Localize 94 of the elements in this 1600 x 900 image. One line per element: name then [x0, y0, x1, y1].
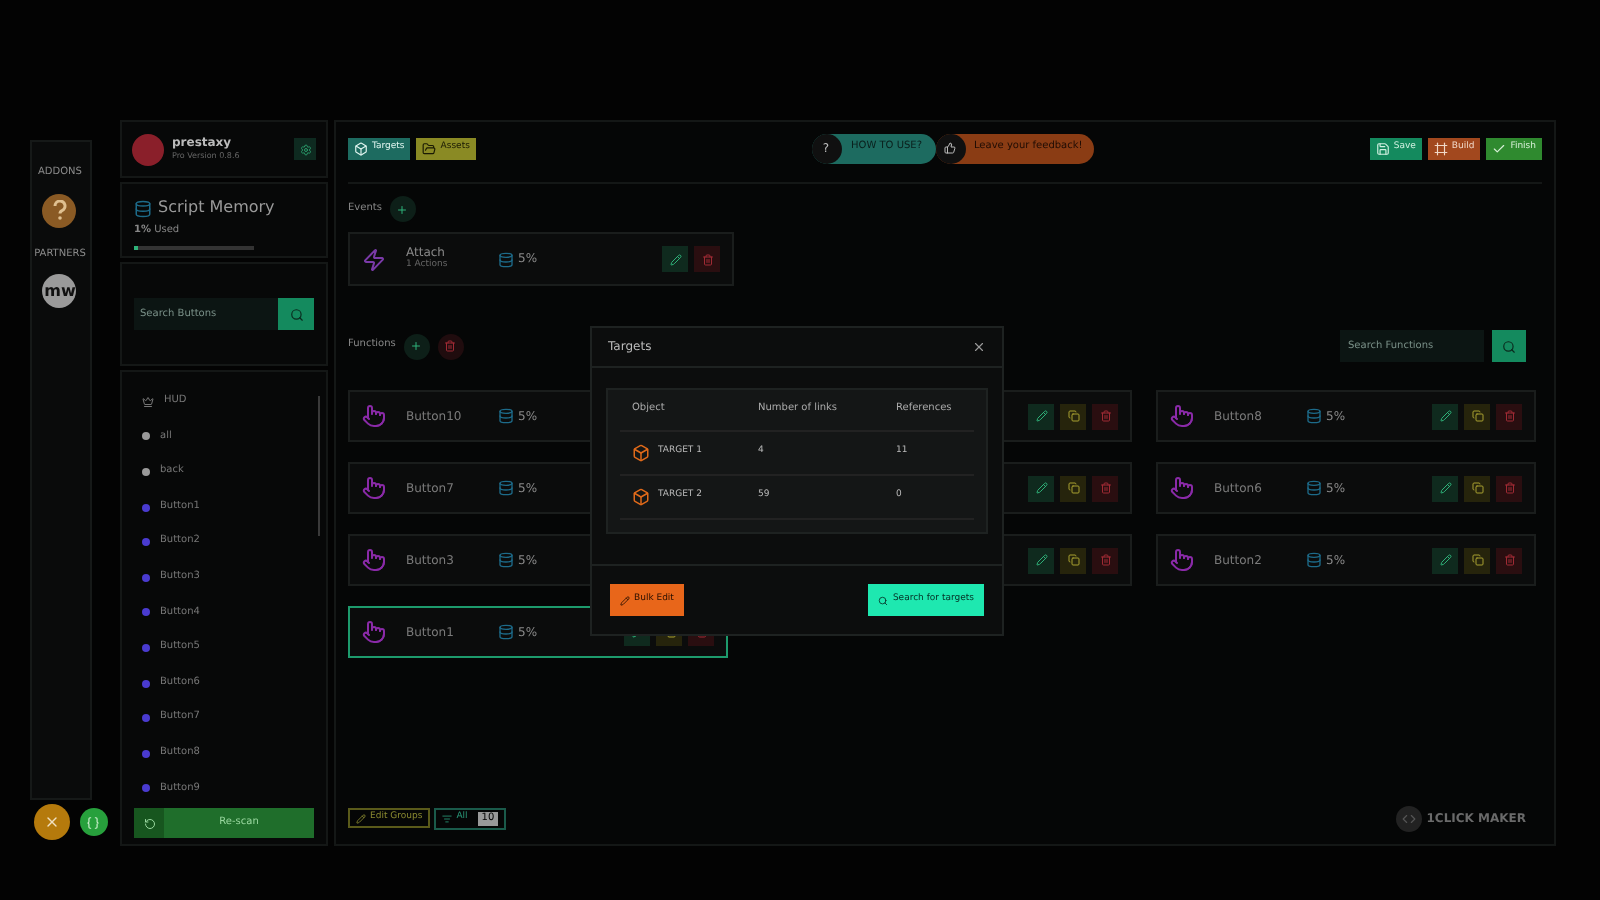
settings-icon — [299, 143, 311, 155]
pencil-icon — [1035, 410, 1047, 422]
database-icon — [1306, 480, 1322, 496]
delete-button[interactable] — [1496, 547, 1522, 573]
braces-icon — [86, 815, 100, 829]
close-icon — [972, 340, 986, 354]
avatar — [132, 133, 164, 165]
search-icon — [289, 307, 303, 321]
edit-button[interactable] — [1432, 547, 1458, 573]
search-button[interactable] — [1492, 330, 1526, 362]
rescan-icon — [143, 817, 155, 829]
edit-button[interactable] — [1028, 475, 1054, 501]
search-icon — [878, 595, 889, 605]
copy-icon — [1471, 410, 1483, 422]
plus-icon — [410, 340, 423, 352]
database-icon — [1306, 408, 1322, 424]
database-icon — [498, 408, 514, 424]
pencil-icon — [1035, 482, 1047, 494]
database-icon — [498, 251, 514, 267]
delete-functions-button[interactable] — [437, 333, 464, 359]
delete-button[interactable] — [1092, 475, 1118, 501]
folder-icon — [422, 141, 437, 155]
pencil-icon — [1439, 482, 1451, 494]
save-icon — [1375, 141, 1390, 155]
trash-icon — [1503, 410, 1515, 422]
search-button[interactable] — [278, 298, 314, 330]
edit-button[interactable] — [1028, 403, 1054, 429]
database-icon — [134, 199, 152, 217]
edit-button[interactable] — [1432, 475, 1458, 501]
frame-icon — [1433, 141, 1448, 155]
cube-icon — [632, 444, 650, 462]
delete-button[interactable] — [1092, 547, 1118, 573]
copy-button[interactable] — [1060, 475, 1086, 501]
memory-title: Script Memory — [158, 196, 275, 220]
edit-button[interactable] — [1432, 403, 1458, 429]
copy-icon — [1067, 554, 1079, 566]
pointer-icon — [362, 476, 386, 500]
trash-icon — [1099, 554, 1111, 566]
add-function-button[interactable] — [403, 333, 430, 359]
crown-icon — [142, 395, 154, 408]
trash-icon — [444, 340, 457, 352]
code-icon — [1402, 812, 1417, 826]
database-icon — [498, 552, 514, 568]
search-icon — [1502, 339, 1516, 353]
pencil-icon — [1439, 554, 1451, 566]
copy-button[interactable] — [1060, 547, 1086, 573]
copy-icon — [1067, 482, 1079, 494]
settings-button[interactable] — [294, 138, 316, 160]
copy-button[interactable] — [1464, 403, 1490, 429]
delete-button[interactable] — [694, 246, 720, 272]
copy-icon — [1471, 554, 1483, 566]
delete-button[interactable] — [1496, 475, 1522, 501]
database-icon — [498, 624, 514, 640]
delete-button[interactable] — [1496, 403, 1522, 429]
delete-button[interactable] — [1092, 403, 1118, 429]
pencil-icon — [1439, 410, 1451, 422]
database-icon — [1306, 552, 1322, 568]
database-icon — [498, 480, 514, 496]
cube-icon — [354, 141, 368, 155]
pencil-icon — [356, 813, 366, 823]
trash-icon — [1099, 482, 1111, 494]
help-addon-icon[interactable] — [42, 193, 77, 227]
filter-icon — [442, 814, 453, 824]
plus-icon — [396, 203, 409, 215]
copy-button[interactable] — [1464, 475, 1490, 501]
cube-icon — [632, 488, 650, 506]
copy-icon — [1067, 410, 1079, 422]
partner-logo[interactable]: mw — [42, 274, 77, 308]
edit-button[interactable] — [1028, 547, 1054, 573]
code-button[interactable] — [79, 808, 107, 836]
pointer-icon — [1170, 476, 1194, 500]
close-icon — [43, 814, 59, 830]
check-icon — [1492, 141, 1507, 155]
copy-icon — [1471, 482, 1483, 494]
lightning-icon — [362, 247, 386, 271]
pointer-icon — [362, 548, 386, 572]
pencil-icon — [1035, 554, 1047, 566]
trash-icon — [1503, 554, 1515, 566]
thumbs-up-icon — [944, 142, 957, 154]
trash-icon — [1503, 482, 1515, 494]
pencil-icon — [620, 595, 630, 605]
pointer-icon — [362, 620, 386, 644]
close-dialog-button[interactable] — [972, 340, 986, 354]
pencil-icon — [669, 253, 681, 265]
trash-icon — [1099, 410, 1111, 422]
pointer-icon — [362, 404, 386, 428]
pointer-icon — [1170, 404, 1194, 428]
copy-button[interactable] — [1464, 547, 1490, 573]
add-event-button[interactable] — [389, 196, 416, 222]
edit-button[interactable] — [662, 246, 688, 272]
copy-button[interactable] — [1060, 403, 1086, 429]
pointer-icon — [1170, 548, 1194, 572]
close-button[interactable] — [33, 804, 69, 840]
trash-icon — [701, 253, 713, 265]
